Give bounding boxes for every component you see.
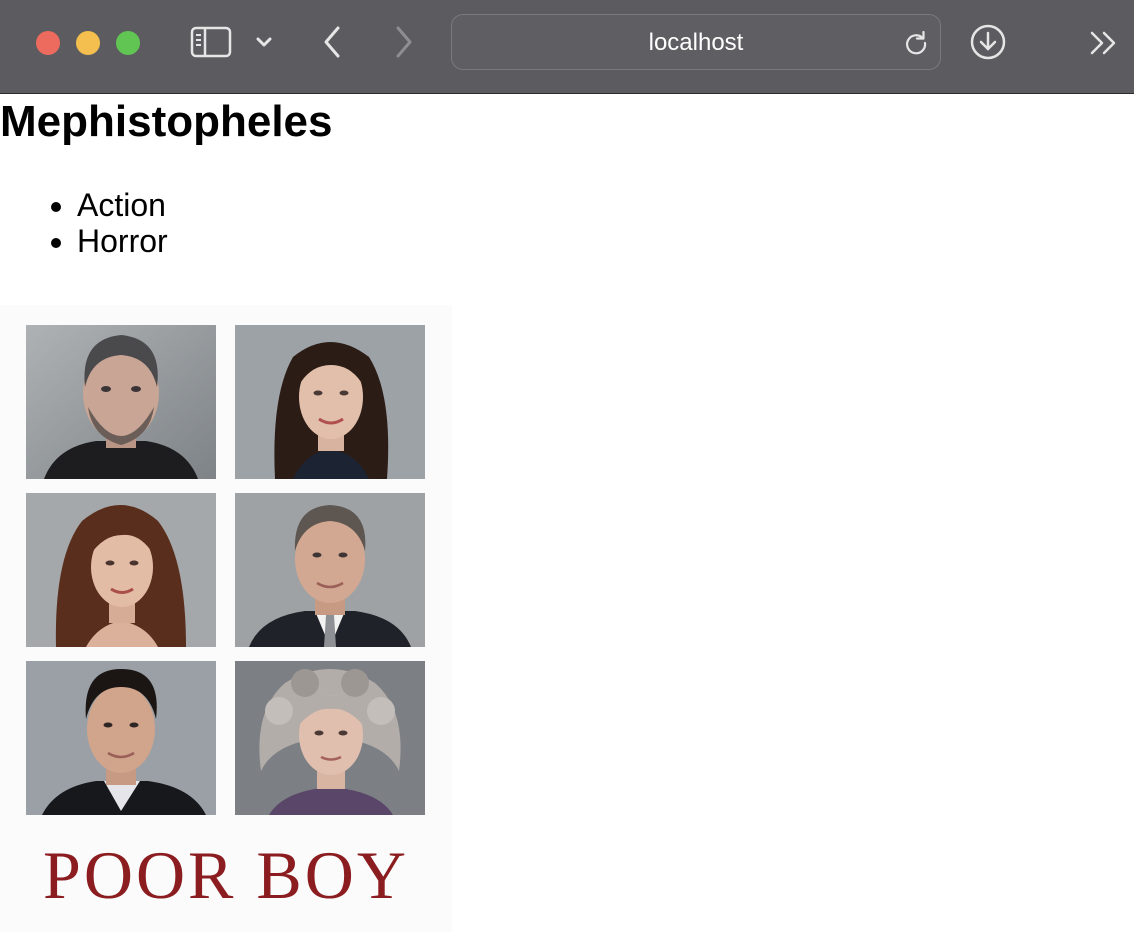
poster-photo-woman-dark-hair [235, 325, 425, 479]
page-title: Mephistopheles [0, 97, 333, 146]
genre-item: Horror [77, 223, 168, 259]
browser-toolbar: localhost [0, 0, 1134, 94]
zoom-window-button[interactable] [116, 31, 140, 55]
poster-photo-man-suit-tie [235, 493, 425, 647]
address-bar[interactable]: localhost [451, 14, 941, 70]
movie-poster: POOR BOY [0, 305, 452, 932]
back-icon[interactable] [318, 24, 346, 60]
poster-photo-woman-auburn-hair [26, 493, 216, 647]
chevron-down-icon[interactable] [254, 34, 274, 50]
poster-photo-man-grey-stubble [26, 325, 216, 479]
genre-list: Action Horror [0, 187, 168, 259]
sidebar-icon[interactable] [190, 26, 232, 58]
forward-icon[interactable] [390, 24, 418, 60]
close-window-button[interactable] [36, 31, 60, 55]
poster-photo-woman-grey-curls [235, 661, 425, 815]
more-icon[interactable] [1088, 28, 1122, 58]
address-text: localhost [648, 29, 744, 56]
poster-photo-man-dark-hair [26, 661, 216, 815]
download-icon[interactable] [968, 22, 1008, 62]
genre-item: Action [77, 187, 168, 223]
minimize-window-button[interactable] [76, 31, 100, 55]
reload-icon[interactable] [902, 29, 930, 57]
poster-title-text: POOR BOY [43, 837, 409, 913]
page-content: Mephistopheles Action Horror [0, 95, 1134, 932]
